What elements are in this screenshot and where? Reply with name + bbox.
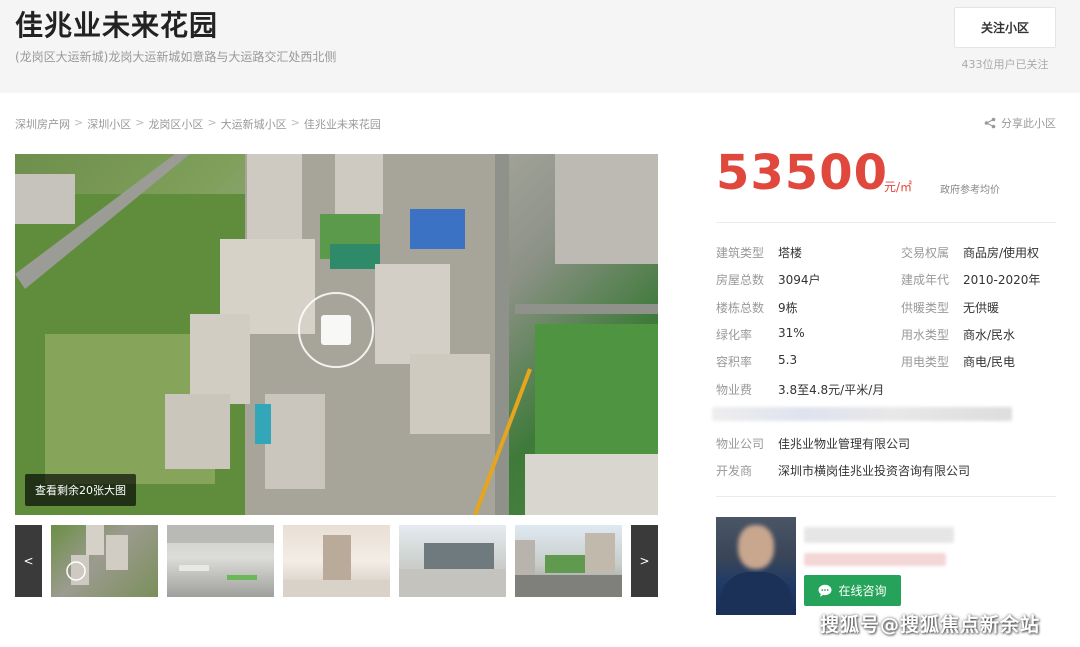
attr-value-households: 3094户: [778, 273, 821, 287]
attr-label-heating: 供暖类型: [901, 301, 950, 315]
thumbnail-lobby[interactable]: [283, 525, 390, 597]
attr-label-electricity: 用电类型: [901, 355, 950, 369]
price-note: 政府参考均价: [940, 185, 1000, 196]
attr-label-property-company: 物业公司: [716, 437, 765, 451]
attr-value-heating: 无供暖: [963, 301, 1000, 315]
breadcrumb-separator: >: [74, 116, 84, 129]
community-address: (龙岗区大运新城)龙岗大运新城如意路与大运路交汇处西北侧: [15, 50, 337, 64]
follow-count: 433位用户已关注: [961, 58, 1049, 71]
view-more-photos-button[interactable]: 查看剩余20张大图: [25, 474, 136, 506]
thumbnail-lobby-image: [283, 535, 390, 597]
thumbnail-entrance[interactable]: [399, 525, 506, 597]
breadcrumb: 深圳房产网 > 深圳小区 > 龙岗区小区 > 大运新城小区 > 佳兆业未来花园: [15, 116, 381, 132]
attr-label-plot-ratio: 容积率: [716, 355, 753, 369]
thumbnail-next-button[interactable]: >: [631, 525, 658, 597]
divider: [716, 496, 1056, 497]
breadcrumb-item[interactable]: 深圳房产网: [15, 116, 70, 132]
attr-value-developer: 深圳市横岗佳兆业投资咨询有限公司: [778, 464, 971, 478]
thumbnail-entrance-image: [399, 543, 506, 597]
attr-label-ownership: 交易权属: [901, 246, 950, 260]
breadcrumb-separator: >: [135, 116, 145, 129]
attr-value-ownership: 商品房/使用权: [963, 246, 1040, 260]
breadcrumb-item[interactable]: 龙岗区小区: [148, 116, 203, 132]
thumbnail-garage[interactable]: [167, 525, 274, 597]
attr-value-green-rate: 31%: [778, 326, 805, 340]
thumbnail-prev-button[interactable]: <: [15, 525, 42, 597]
share-community-link[interactable]: 分享此小区: [984, 115, 1056, 131]
attr-value-build-year: 2010-2020年: [963, 273, 1041, 287]
attr-label-developer: 开发商: [716, 464, 753, 478]
attr-value-property-company: 佳兆业物业管理有限公司: [778, 437, 911, 451]
watermark: 搜狐号@搜狐焦点新余站: [820, 614, 1041, 636]
attr-value-building-type: 塔楼: [778, 246, 803, 260]
attr-label-buildings: 楼栋总数: [716, 301, 765, 315]
price-unit: 元/㎡: [884, 180, 913, 194]
attr-value-plot-ratio: 5.3: [778, 353, 798, 367]
attr-label-build-year: 建成年代: [901, 273, 950, 287]
reference-price: 53500: [716, 145, 888, 201]
thumbnail-aerial-image: [66, 525, 128, 585]
community-title: 佳兆业未来花园: [15, 9, 219, 42]
share-label: 分享此小区: [1001, 117, 1056, 130]
online-consult-button[interactable]: 在线咨询: [804, 575, 901, 606]
thumbnail-street[interactable]: [515, 525, 622, 597]
agent-phone-redacted: [804, 553, 946, 566]
online-consult-label: 在线咨询: [838, 584, 887, 598]
share-icon: [984, 117, 996, 129]
thumbnail-street-image: [515, 533, 622, 597]
attr-label-water: 用水类型: [901, 328, 950, 342]
breadcrumb-separator: >: [290, 116, 300, 129]
attr-value-property-fee: 3.8至4.8元/平米/月: [778, 383, 885, 397]
attr-label-green-rate: 绿化率: [716, 328, 753, 342]
attr-value-water: 商水/民水: [963, 328, 1016, 342]
agent-name-redacted: [804, 527, 954, 543]
follow-community-button[interactable]: 关注小区: [954, 7, 1056, 48]
thumbnail-aerial[interactable]: [51, 525, 158, 597]
attr-label-property-fee: 物业费: [716, 383, 753, 397]
chat-bubble-icon: [818, 584, 832, 597]
attr-label-households: 房屋总数: [716, 273, 765, 287]
redacted-row: [712, 407, 1012, 421]
attr-value-buildings: 9栋: [778, 301, 798, 315]
main-gallery-image[interactable]: 查看剩余20张大图: [15, 154, 658, 515]
attr-value-electricity: 商电/民电: [963, 355, 1016, 369]
attr-label-building-type: 建筑类型: [716, 246, 765, 260]
thumbnail-garage-image: [167, 525, 274, 580]
breadcrumb-separator: >: [207, 116, 217, 129]
breadcrumb-item-current: 佳兆业未来花园: [303, 118, 381, 131]
breadcrumb-item[interactable]: 大运新城小区: [221, 116, 287, 132]
breadcrumb-item[interactable]: 深圳小区: [87, 116, 131, 132]
divider: [716, 222, 1056, 223]
agent-avatar[interactable]: [716, 517, 796, 615]
community-header: 佳兆业未来花园 (龙岗区大运新城)龙岗大运新城如意路与大运路交汇处西北侧 关注小…: [0, 0, 1080, 93]
rotate-360-icon[interactable]: [298, 292, 374, 368]
